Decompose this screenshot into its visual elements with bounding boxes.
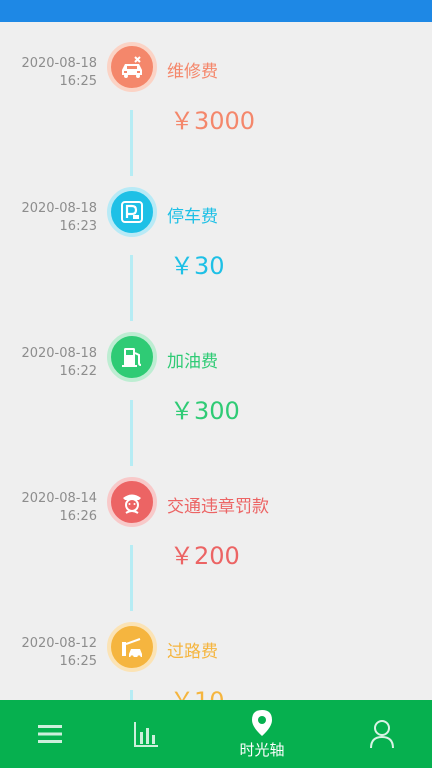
entry-time: 16:25	[59, 74, 97, 89]
nav-statistics[interactable]	[110, 700, 182, 768]
menu-icon	[38, 725, 62, 743]
timeline-entry[interactable]: 2020-08-18 16:25 维修费 ￥3000	[0, 32, 432, 177]
entry-amount: ￥3000	[170, 107, 256, 135]
entry-date: 2020-08-14	[21, 491, 97, 506]
timeline-entry[interactable]: 2020-08-12 16:25 过路费 ￥10	[0, 612, 432, 700]
entry-date: 2020-08-18	[21, 346, 97, 361]
bar-chart-icon	[134, 722, 158, 747]
top-app-bar	[0, 0, 432, 22]
entry-time: 16:26	[59, 509, 97, 524]
entry-category: 维修费	[167, 62, 218, 82]
entry-date: 2020-08-18	[21, 201, 97, 216]
entry-date: 2020-08-12	[21, 636, 97, 651]
entry-date: 2020-08-18	[21, 56, 97, 71]
fuel-pump-icon	[107, 332, 157, 382]
entry-category: 交通违章罚款	[167, 497, 269, 517]
parking-icon	[107, 187, 157, 237]
location-pin-icon	[252, 709, 272, 736]
entry-amount: ￥10	[170, 686, 225, 700]
nav-label: 时光轴	[239, 740, 285, 759]
entry-category: 加油费	[167, 352, 218, 372]
user-icon	[370, 720, 394, 749]
timeline-entry[interactable]: 2020-08-18 16:22 加油费 ￥300	[0, 322, 432, 467]
timeline[interactable]: 2020-08-18 16:25 维修费 ￥3000 2020-08-18 16…	[0, 22, 432, 700]
police-officer-icon	[107, 477, 157, 527]
timeline-connector	[130, 545, 133, 611]
entry-amount: ￥300	[170, 397, 240, 425]
entry-time: 16:25	[59, 654, 97, 669]
timeline-entry[interactable]: 2020-08-14 16:26 交通违章罚款 ￥200	[0, 467, 432, 612]
car-repair-icon	[107, 42, 157, 92]
nav-profile[interactable]	[346, 700, 418, 768]
entry-time: 16:23	[59, 219, 97, 234]
timeline-connector	[130, 690, 133, 700]
nav-menu[interactable]	[14, 700, 86, 768]
entry-amount: ￥200	[170, 542, 240, 570]
nav-timeline[interactable]: 时光轴	[222, 700, 302, 768]
timeline-connector	[130, 110, 133, 176]
entry-category: 过路费	[167, 642, 218, 662]
toll-gate-icon	[107, 622, 157, 672]
bottom-navigation: 时光轴	[0, 700, 432, 768]
entry-time: 16:22	[59, 364, 97, 379]
entry-amount: ￥30	[170, 252, 225, 280]
timeline-connector	[130, 400, 133, 466]
timeline-entry[interactable]: 2020-08-18 16:23 停车费 ￥30	[0, 177, 432, 322]
entry-category: 停车费	[167, 207, 218, 227]
timeline-connector	[130, 255, 133, 321]
